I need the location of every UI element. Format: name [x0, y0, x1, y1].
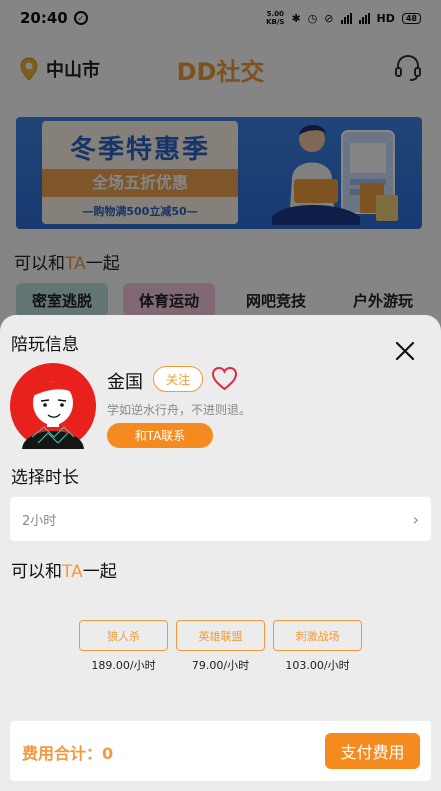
pay-button[interactable]: 支付费用	[325, 733, 420, 769]
follow-button[interactable]: 关注	[153, 366, 203, 392]
payment-footer: 费用合计：0 支付费用	[10, 721, 431, 781]
close-icon[interactable]	[395, 341, 415, 361]
avatar[interactable]	[10, 363, 96, 449]
duration-title: 选择时长	[11, 468, 79, 488]
companion-info-sheet: 陪玩信息 金国 关注 学如逆水行舟，不进则退。 和TA联系 选择时长 2小时 ›…	[0, 315, 441, 791]
games-title-suffix: 一起	[82, 562, 117, 582]
duration-selector[interactable]: 2小时 ›	[10, 497, 431, 541]
heart-icon[interactable]	[211, 366, 238, 391]
total-label: 费用合计：	[22, 744, 103, 763]
game-option: 刺激战场 103.00/小时	[273, 620, 362, 673]
user-signature: 学如逆水行舟，不进则退。	[107, 403, 252, 417]
games-section-title: 可以和TA一起	[11, 557, 117, 582]
game-button-lol[interactable]: 英雄联盟	[176, 620, 265, 651]
total-cost: 费用合计：0	[22, 740, 113, 764]
contact-button[interactable]: 和TA联系	[107, 423, 213, 448]
total-value: 0	[102, 744, 114, 763]
games-title-prefix: 可以和	[11, 562, 62, 582]
game-price: 189.00/小时	[91, 659, 156, 672]
games-title-ta: TA	[62, 562, 83, 582]
game-button-pubg[interactable]: 刺激战场	[273, 620, 362, 651]
user-name: 金国	[107, 372, 143, 393]
duration-value: 2小时	[22, 513, 57, 529]
game-price: 103.00/小时	[285, 659, 350, 672]
game-option: 英雄联盟 79.00/小时	[176, 620, 265, 673]
sheet-title: 陪玩信息	[11, 335, 79, 355]
game-list: 狼人杀 189.00/小时 英雄联盟 79.00/小时 刺激战场 103.00/…	[79, 620, 362, 673]
chevron-right-icon: ›	[412, 509, 419, 529]
game-price: 79.00/小时	[191, 659, 250, 672]
game-option: 狼人杀 189.00/小时	[79, 620, 168, 673]
game-button-werewolf[interactable]: 狼人杀	[79, 620, 168, 651]
